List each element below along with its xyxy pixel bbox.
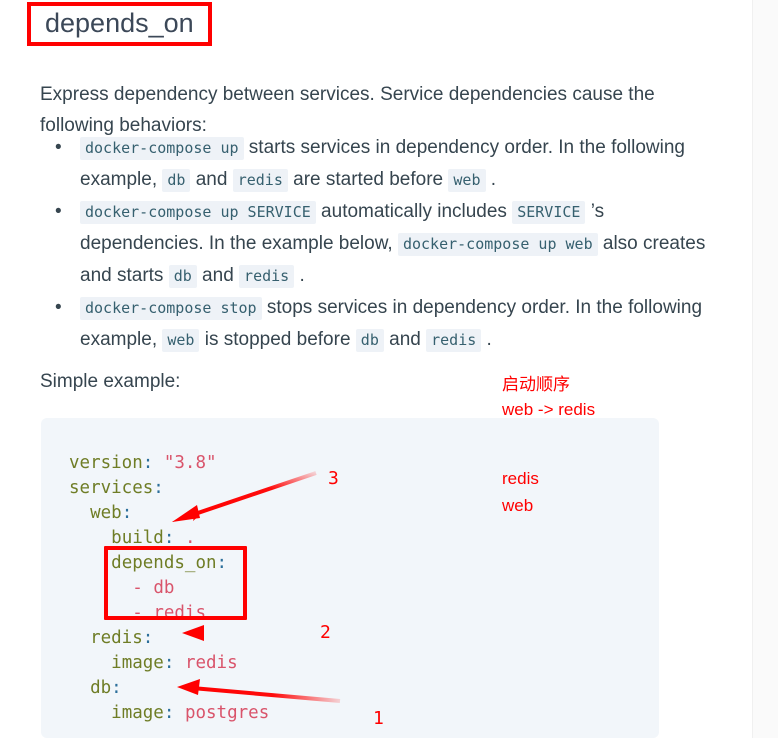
code-token: : — [121, 503, 133, 523]
annotation-step-number-1: 1 — [373, 708, 384, 729]
inline-code-chip: web — [448, 169, 486, 192]
code-token: redis — [184, 653, 238, 673]
code-token: . — [184, 528, 196, 548]
code-token: "3.8" — [163, 453, 217, 473]
behavior-text: and — [196, 265, 240, 286]
code-token: : — [163, 653, 175, 673]
behavior-text: are started before — [287, 169, 449, 190]
inline-code-chip: docker-compose stop — [80, 297, 262, 320]
inline-code-chip: redis — [232, 169, 288, 192]
behavior-text: . — [485, 169, 497, 190]
code-token: db — [90, 678, 112, 698]
page-title-highlight: depends_on — [27, 2, 212, 46]
inline-code-chip: web — [162, 329, 200, 352]
red-highlight-box-heading: depends_on — [27, 2, 212, 46]
behavior-text: automatically includes — [315, 201, 513, 222]
annotation-startup-order-title: 启动顺序 — [502, 375, 570, 394]
inline-code-chip: SERVICE — [512, 201, 586, 224]
code-token: services — [69, 478, 154, 498]
code-token: image — [111, 653, 164, 673]
yaml-code-block[interactable]: version: "3.8" services: web: build: . d… — [41, 418, 659, 738]
code-token: : — [111, 678, 122, 698]
inline-code-chip: redis — [426, 329, 482, 352]
annotation-startup-order-value: web -> redis — [502, 400, 596, 419]
behavior-item: docker-compose stop stops services in de… — [55, 292, 712, 356]
code-token: : — [142, 628, 154, 648]
behavior-text: and — [190, 169, 233, 190]
code-token: : — [216, 553, 228, 573]
annotation-step-number-2: 2 — [320, 622, 331, 643]
code-token: version — [69, 453, 143, 473]
code-token: : — [163, 703, 175, 723]
code-token: postgres — [184, 703, 270, 723]
code-token: depends_on — [111, 553, 217, 573]
simple-example-label: Simple example: — [40, 371, 181, 392]
code-token: web — [90, 503, 122, 523]
code-token: redis — [90, 628, 143, 648]
behavior-text: is stopped before — [199, 329, 356, 350]
annotation-step-number-3: 3 — [328, 468, 339, 489]
code-token: : — [153, 478, 164, 498]
code-token: db — [153, 578, 175, 598]
yaml-code-content: version: "3.8" services: web: build: . d… — [41, 418, 659, 726]
code-token: build — [111, 528, 164, 548]
inline-code-chip: docker-compose up SERVICE — [80, 201, 316, 224]
code-token: : — [163, 528, 175, 548]
code-token: : — [142, 453, 154, 473]
code-token: redis — [153, 603, 206, 623]
annotation-service-redis: redis — [502, 469, 539, 488]
code-token: image — [111, 703, 164, 723]
behavior-item: docker-compose up SERVICE automatically … — [55, 196, 712, 292]
inline-code-chip: db — [162, 169, 191, 192]
behavior-text: and — [383, 329, 427, 350]
code-token: - — [132, 603, 143, 623]
code-token: - — [132, 578, 143, 598]
behavior-item: docker-compose up starts services in dep… — [55, 132, 712, 196]
inline-code-chip: db — [355, 329, 384, 352]
document-page: depends_on Express dependency between se… — [0, 0, 753, 738]
inline-code-chip: docker-compose up web — [397, 233, 598, 256]
behaviors-list: docker-compose up starts services in dep… — [40, 132, 712, 356]
page-title: depends_on — [45, 8, 194, 38]
inline-code-chip: db — [168, 265, 197, 288]
inline-code-chip: docker-compose up — [80, 137, 244, 160]
annotation-service-list: redis web — [502, 465, 539, 519]
behavior-text: . — [294, 265, 305, 286]
annotation-service-web: web — [502, 496, 534, 515]
annotation-startup-order: 启动顺序 web -> redis — [502, 372, 595, 422]
behavior-text: . — [481, 329, 492, 350]
page-scrollbar[interactable] — [752, 0, 778, 738]
inline-code-chip: redis — [239, 265, 295, 288]
